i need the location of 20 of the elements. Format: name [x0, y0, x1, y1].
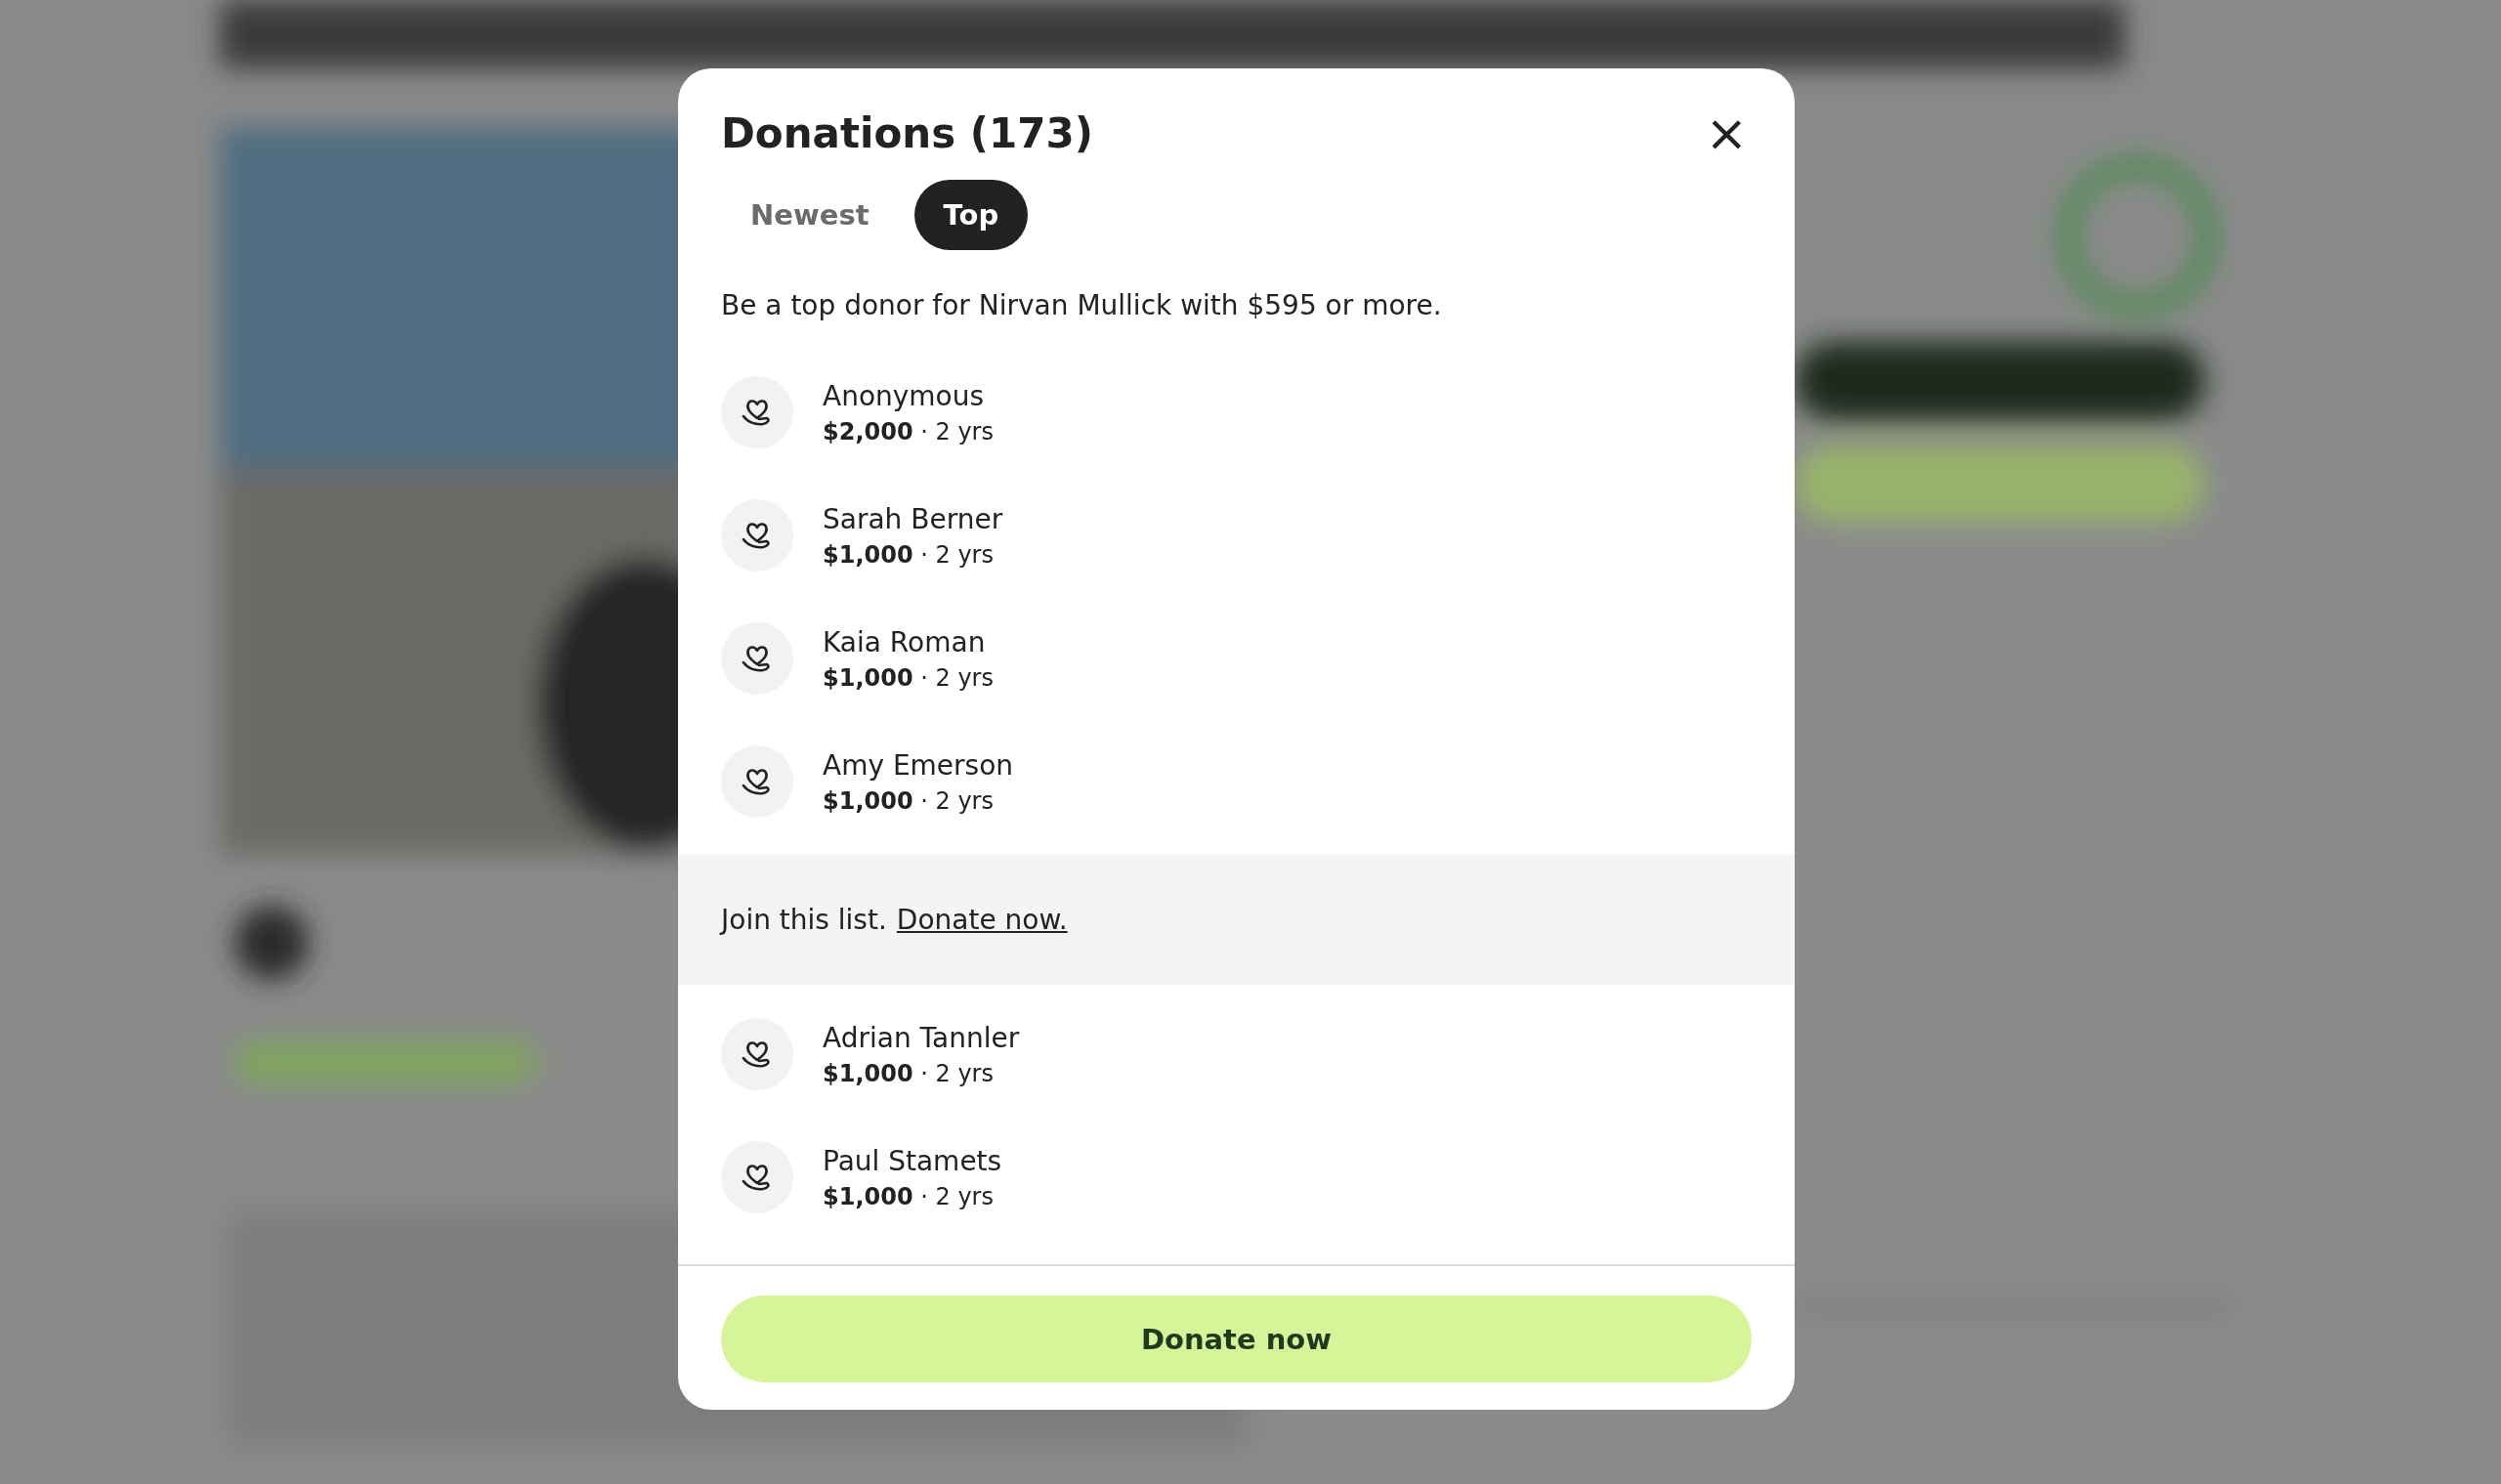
donation-amount: $1,000 · 2 yrs	[823, 540, 995, 569]
donor-name: Amy Emerson	[823, 748, 1014, 782]
donor-name: Sarah Berner	[823, 502, 1003, 535]
sort-tab[interactable]: Newest	[721, 180, 899, 250]
intro-text: Be a top donor for Nirvan Mullick with $595 or more.	[720, 288, 1443, 323]
donation-amount: $1,000 · 2 yrs	[823, 1182, 995, 1210]
donor-name: Anonymous	[823, 379, 986, 412]
donate-link[interactable]: Donate now.	[896, 904, 1068, 936]
dialog-title: Donations (173)	[721, 108, 1093, 157]
donation-amount: $1,000 · 2 yrs	[823, 663, 994, 692]
donation-amount: $1,000 · 2 yrs	[823, 786, 995, 815]
close-button[interactable]: ×	[1701, 107, 1752, 158]
donation-amount: $1,000 · 2 yrs	[823, 1059, 995, 1087]
donor-name: Paul Stamets	[823, 1144, 1002, 1177]
donation-amount: $2,000 · 2 yrs	[823, 417, 994, 445]
donate-button[interactable]: Donate now	[721, 1295, 1752, 1382]
donor-name: Adrian Tannler	[823, 1021, 1020, 1054]
sort-tab[interactable]: Top	[913, 180, 1029, 250]
join-text: Join this list. Donate now.	[721, 904, 1068, 936]
donor-name: Kaia Roman	[823, 625, 987, 658]
